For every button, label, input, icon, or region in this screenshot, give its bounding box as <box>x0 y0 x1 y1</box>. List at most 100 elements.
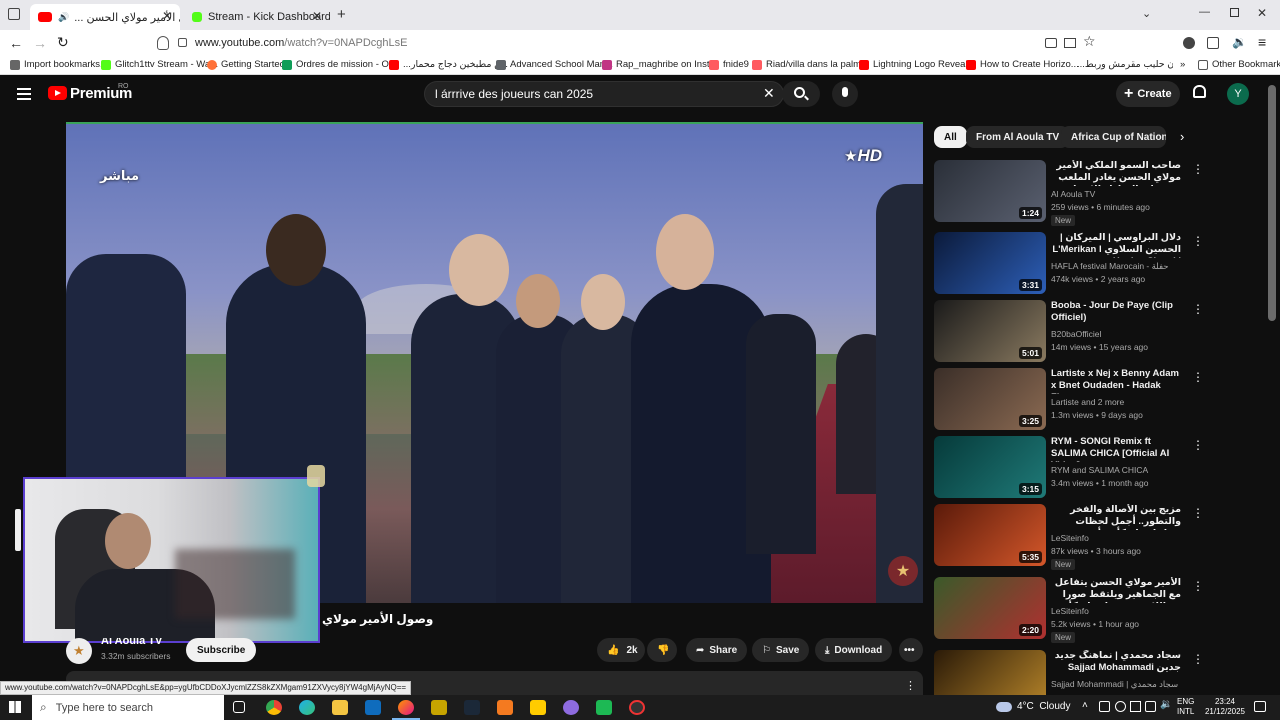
more-actions-button[interactable]: ••• <box>899 638 923 662</box>
more-options-icon[interactable]: ⋮ <box>1192 234 1204 248</box>
recommendation-title[interactable]: سجاد محمدي | نماهنگ جديد جدين Sajjad Moh… <box>1051 650 1181 674</box>
audio-icon[interactable]: 🔉 <box>1232 35 1247 49</box>
bookmark-item[interactable]: ...ـون حليب مقرمش وربط <box>1073 59 1173 70</box>
chevron-right-icon[interactable]: › <box>1180 129 1184 144</box>
language-indicator[interactable]: ENG INTL <box>1177 697 1194 717</box>
video-thumbnail[interactable]: 5:01 <box>934 300 1046 362</box>
reader-view-icon[interactable] <box>1064 38 1076 48</box>
video-thumbnail[interactable]: 3:15 <box>934 436 1046 498</box>
app-icon[interactable] <box>431 700 447 715</box>
sticky-notes-icon[interactable] <box>530 700 546 715</box>
tray-icon[interactable] <box>1099 701 1110 712</box>
outlook-icon[interactable] <box>365 700 381 715</box>
tab-youtube[interactable]: 🔊 وصول الأمير مولاي الحسن ... ✕ <box>30 4 180 30</box>
app-icon[interactable] <box>596 700 612 715</box>
lock-icon[interactable] <box>178 38 187 47</box>
recommendation-channel[interactable]: Lartiste and 2 more <box>1051 397 1124 407</box>
recommendation-title[interactable]: RYM - SONGI Remix ft SALIMA CHICA [Offic… <box>1051 436 1181 462</box>
reload-icon[interactable]: ↻ <box>57 34 69 51</box>
menu-icon[interactable]: ≡ <box>1258 34 1266 50</box>
more-options-icon[interactable]: ⋮ <box>1192 506 1204 520</box>
recommendation-item[interactable]: 5:35 مزيج بين الأصالة والفخر والتطور.. أج… <box>934 504 1274 570</box>
recommendation-title[interactable]: دلال البراوسي | الميركان | الحسين السلاو… <box>1051 232 1181 258</box>
channel-avatar[interactable]: ★ <box>66 638 92 664</box>
recommendation-channel[interactable]: RYM and SALIMA CHICA <box>1051 465 1148 475</box>
dislike-button[interactable]: 👎 <box>647 638 677 662</box>
recommendation-item[interactable]: 3:31 دلال البراوسي | الميركان | الحسين ال… <box>934 232 1274 294</box>
tray-icon[interactable] <box>1115 701 1126 712</box>
more-options-icon[interactable]: ⋮ <box>1192 370 1204 384</box>
recommendation-title[interactable]: Lartiste x Nej x Benny Adam x Bnet Oudad… <box>1051 368 1181 394</box>
taskbar-search-input[interactable]: ⌕ Type here to search <box>32 695 224 720</box>
tab-list-icon[interactable] <box>8 8 20 20</box>
channel-name[interactable]: Al Aoula TV <box>101 638 162 648</box>
account-icon[interactable] <box>1183 37 1195 49</box>
more-options-icon[interactable]: ⋮ <box>1192 162 1204 176</box>
new-tab-icon[interactable]: + <box>337 6 346 23</box>
more-options-icon[interactable]: ⋮ <box>1192 652 1204 666</box>
shield-icon[interactable] <box>157 36 169 50</box>
recommendation-title[interactable]: الأمير مولاي الحسن يتفاعل مع الجماهير وي… <box>1051 577 1181 603</box>
recommendation-channel[interactable]: LeSiteinfo <box>1051 533 1089 543</box>
recommendation-item[interactable]: 5:01 Booba - Jour De Paye (Clip Officiel)… <box>934 300 1274 362</box>
network-icon[interactable] <box>1145 701 1156 712</box>
scrollbar[interactable] <box>1268 85 1276 321</box>
edge-icon[interactable] <box>299 700 315 715</box>
bookmark-item[interactable]: Advanced School Man... <box>496 59 613 70</box>
speaker-icon[interactable]: 🔊 <box>58 12 69 23</box>
chip-all[interactable]: All <box>934 126 967 148</box>
video-thumbnail[interactable]: 2:20 <box>934 577 1046 639</box>
chevron-down-icon[interactable]: ⌄ <box>1142 7 1151 20</box>
more-options-icon[interactable]: ⋮ <box>1192 579 1204 593</box>
share-button[interactable]: ➦ Share <box>686 638 748 662</box>
clear-search-icon[interactable]: ✕ <box>763 85 775 102</box>
video-thumbnail[interactable]: 3:25 <box>934 368 1046 430</box>
bookmark-item[interactable]: Lightning Logo Reveal... <box>859 59 975 70</box>
bookmark-item[interactable]: Riad/villa dans la palm... <box>752 59 869 70</box>
avatar[interactable]: Y <box>1227 83 1249 105</box>
app-icon[interactable] <box>497 700 513 715</box>
tab-kick[interactable]: Stream - Kick Dashboard ✕ <box>184 4 330 30</box>
bookmarks-overflow-icon[interactable]: » <box>1180 59 1185 70</box>
recommendation-title[interactable]: مزيج بين الأصالة والفخر والتطور.. أجمل ل… <box>1051 504 1181 530</box>
bookmark-item[interactable]: Rap_maghribe on Inst... <box>602 59 717 70</box>
app-icon[interactable] <box>563 700 579 715</box>
voice-search-button[interactable] <box>832 81 858 107</box>
bookmark-star-icon[interactable]: ☆ <box>1083 33 1096 50</box>
other-bookmarks[interactable]: Other Bookmarks <box>1198 59 1280 70</box>
save-button[interactable]: ⚐ Save <box>752 638 810 662</box>
bookmark-item[interactable]: Import bookmarks... <box>10 59 108 70</box>
chrome-icon[interactable] <box>266 700 282 715</box>
recommendation-channel[interactable]: HAFLA festival Marocain - حفلة <box>1051 261 1169 272</box>
bookmark-item[interactable]: Glitch1ttv Stream - Wa... <box>101 59 218 70</box>
recommendation-channel[interactable]: Al Aoula TV <box>1051 189 1095 199</box>
more-options-icon[interactable]: ⋮ <box>1192 302 1204 316</box>
url-field[interactable]: www.youtube.com/watch?v=0NAPDcghLsE <box>195 37 407 49</box>
recommendation-item[interactable]: 2:20 الأمير مولاي الحسن يتفاعل مع الجماهي… <box>934 577 1274 643</box>
task-view-icon[interactable] <box>233 701 245 713</box>
video-thumbnail[interactable]: 3:31 <box>934 232 1046 294</box>
windows-start-icon[interactable] <box>9 701 21 713</box>
description-more-icon[interactable]: ⋮ <box>905 679 916 692</box>
create-button[interactable]: + Create <box>1116 81 1180 107</box>
restore-icon[interactable] <box>1230 8 1239 17</box>
bookmark-item[interactable]: How to Create Horizo... <box>966 59 1079 70</box>
recommendation-channel[interactable]: B20baOfficiel <box>1051 329 1101 339</box>
close-window-icon[interactable]: ✕ <box>1257 6 1267 20</box>
more-options-icon[interactable]: ⋮ <box>1192 438 1204 452</box>
tray-icon[interactable] <box>1130 701 1141 712</box>
clock[interactable]: 23:24 21/12/2025 <box>1200 697 1250 717</box>
subscribe-button[interactable]: Subscribe <box>186 638 257 662</box>
forward-icon[interactable]: → <box>33 35 47 51</box>
file-explorer-icon[interactable] <box>332 700 348 715</box>
video-thumbnail[interactable]: 5:35 <box>934 504 1046 566</box>
youtube-logo-icon[interactable] <box>48 86 67 100</box>
recommendation-item[interactable]: 3:25 Lartiste x Nej x Benny Adam x Bnet O… <box>934 368 1274 430</box>
recommendation-channel[interactable]: LeSiteinfo <box>1051 606 1089 616</box>
bookmark-item[interactable]: ...ـين مطبخين دجاج محمار <box>389 59 507 70</box>
weather-text[interactable]: 4°C Cloudy <box>1017 701 1070 712</box>
screenshot-icon[interactable] <box>1045 38 1057 48</box>
video-thumbnail[interactable]: 1:24 <box>934 160 1046 222</box>
chip-from-channel[interactable]: From Al Aoula TV <box>966 126 1070 148</box>
recommendation-item[interactable]: 3:15 RYM - SONGI Remix ft SALIMA CHICA [O… <box>934 436 1274 498</box>
